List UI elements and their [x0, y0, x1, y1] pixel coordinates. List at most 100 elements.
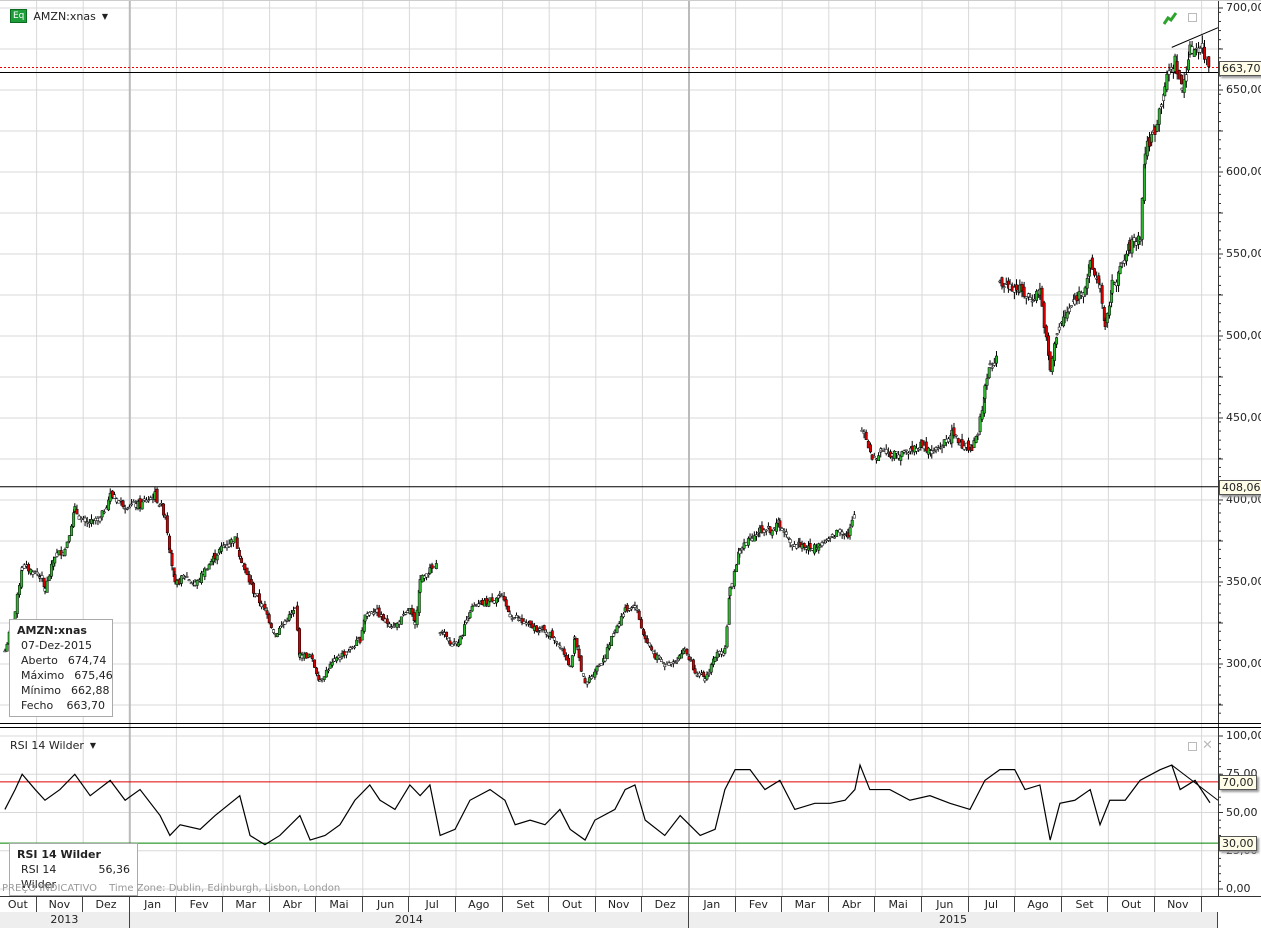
candle-body — [42, 577, 46, 588]
candle-body — [725, 626, 729, 648]
maximize-panel-icon[interactable] — [1188, 13, 1197, 22]
candle-body — [168, 548, 172, 554]
candle-body — [344, 651, 348, 656]
candle-body — [65, 541, 69, 548]
month-label: Jun — [363, 897, 410, 912]
candle-body — [1165, 73, 1169, 90]
rsi-trendline — [1171, 764, 1219, 801]
month-label: Jun — [922, 897, 969, 912]
price-tick-label: 500,00 — [1226, 329, 1261, 342]
chart-canvas[interactable] — [0, 0, 1261, 928]
candle-body — [673, 662, 677, 664]
candle-body — [657, 655, 661, 659]
candle-body — [987, 367, 991, 378]
candle-body — [709, 664, 713, 673]
candle-body — [468, 611, 472, 619]
candle-body — [70, 525, 73, 536]
candle-body — [504, 599, 508, 607]
candle-body — [985, 378, 989, 386]
candle-body — [412, 612, 416, 622]
candle-body — [477, 603, 481, 607]
month-label: Nov — [37, 897, 84, 912]
candle-body — [705, 674, 709, 680]
candle-body — [702, 671, 706, 677]
candle-body — [498, 593, 502, 596]
candle-body — [675, 660, 679, 662]
candle-body — [764, 529, 768, 532]
symbol-selector[interactable]: Eq AMZN:xnas ▼ — [10, 9, 108, 23]
candle-body — [207, 564, 211, 570]
candle-body — [445, 631, 449, 637]
candle-body — [619, 616, 623, 626]
month-label: Jul — [969, 897, 1016, 912]
candle-body — [1067, 307, 1071, 313]
candle-body — [748, 535, 752, 539]
candle-body — [784, 531, 788, 535]
candle-body — [599, 663, 603, 666]
candle-body — [842, 534, 846, 537]
candle-body — [310, 654, 314, 660]
close-rsi-icon[interactable]: ✕ — [1202, 738, 1213, 753]
candle-body — [1083, 287, 1087, 296]
candle-body — [575, 638, 579, 648]
indicative-price-note: PREÇO INDICATIVO — [2, 883, 98, 894]
year-label: 2014 — [129, 912, 689, 928]
candle-body — [610, 635, 614, 646]
candle-body — [330, 661, 334, 666]
legend-row-open: Aberto 674,74 — [21, 654, 107, 667]
candle-body — [1207, 56, 1211, 68]
candle-body — [787, 536, 790, 539]
candle-body — [1090, 257, 1094, 270]
rsi-legend-title: RSI 14 Wilder — [17, 848, 101, 861]
maximize-rsi-icon[interactable] — [1188, 742, 1197, 751]
price-tick-label: 700,00 — [1226, 1, 1261, 14]
candle-body — [237, 549, 241, 557]
candle-body — [1057, 326, 1061, 331]
candle-body — [723, 648, 727, 654]
candle-body — [298, 628, 301, 656]
candle-body — [940, 446, 944, 449]
candle-body — [727, 598, 731, 625]
candle-body — [47, 575, 51, 581]
month-label: Dez — [83, 897, 130, 912]
candle-body — [852, 514, 856, 519]
candle-body — [828, 536, 832, 539]
candle-body — [822, 542, 826, 545]
rsi-level-flag: 70,00 — [1219, 774, 1257, 790]
candle-body — [292, 610, 296, 614]
candle-body — [988, 363, 992, 365]
candle-body — [680, 653, 683, 659]
month-label: Mai — [316, 897, 363, 912]
candle-body — [312, 659, 316, 668]
candle-body — [1180, 74, 1183, 85]
candle-body — [904, 449, 908, 452]
rsi-indicator-selector[interactable]: RSI 14 Wilder ▼ — [10, 739, 96, 752]
candle-body — [1192, 49, 1196, 57]
candle-body — [983, 385, 987, 399]
candle-body — [98, 517, 102, 522]
price-tick-label: 550,00 — [1226, 247, 1261, 260]
month-label: Fev — [736, 897, 783, 912]
candle-body — [1028, 297, 1032, 301]
month-label: Abr — [270, 897, 317, 912]
candle-body — [1187, 59, 1190, 71]
candle-body — [450, 643, 454, 647]
trend-tool-icon[interactable] — [1162, 11, 1178, 25]
y-axis-area — [1218, 0, 1261, 897]
candle-body — [5, 643, 9, 652]
candle-body — [1125, 253, 1128, 262]
candle-body — [448, 640, 452, 645]
candle-body — [1140, 198, 1144, 240]
candle-body — [952, 427, 956, 436]
timezone-note: Time Zone: Dublin, Edinburgh, Lisbon, Lo… — [109, 883, 341, 894]
candle-body — [515, 615, 518, 618]
candle-body — [581, 673, 585, 677]
candle-body — [573, 638, 576, 654]
candle-body — [848, 527, 852, 536]
candle-body — [558, 645, 562, 648]
candle-body — [200, 572, 203, 583]
price-trendline — [1171, 27, 1219, 48]
candle-body — [1015, 284, 1018, 291]
candle-body — [127, 506, 131, 509]
month-label: Abr — [829, 897, 876, 912]
